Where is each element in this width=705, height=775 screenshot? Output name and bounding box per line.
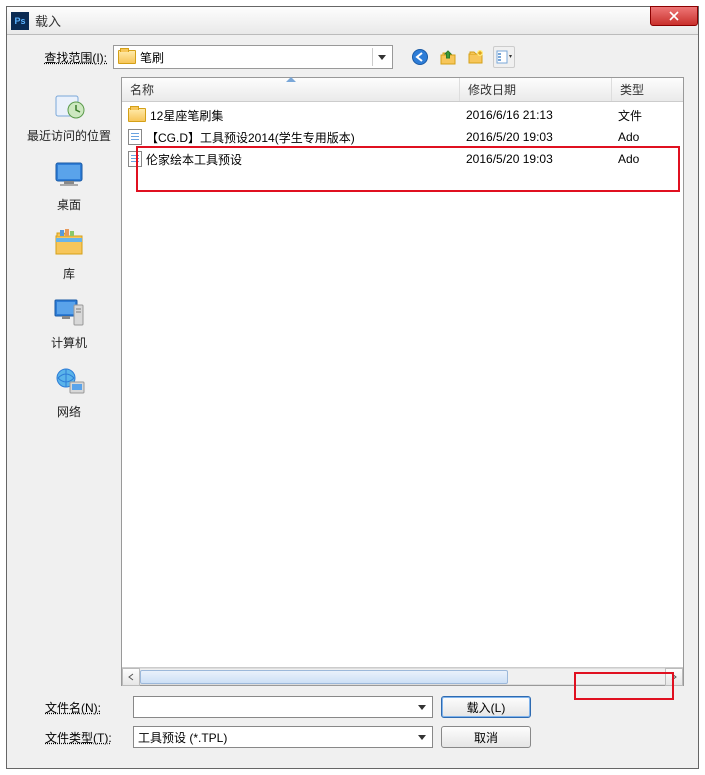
chevron-down-icon[interactable] bbox=[414, 729, 430, 745]
filetype-value: 工具预设 (*.TPL) bbox=[138, 729, 227, 746]
sidebar-item-recent[interactable]: 最近访问的位置 bbox=[27, 83, 111, 150]
file-row[interactable]: 伦家绘本工具预设 2016/5/20 19:03 Ado bbox=[122, 148, 683, 170]
scroll-left-button[interactable] bbox=[122, 668, 140, 686]
scroll-thumb[interactable] bbox=[140, 670, 508, 684]
filename-label: 文件名(N): bbox=[25, 699, 125, 716]
window-title: 载入 bbox=[35, 11, 61, 30]
column-header-type-label: 类型 bbox=[620, 81, 644, 98]
lookin-label: 查找范围(I): bbox=[21, 49, 107, 66]
sort-ascending-icon bbox=[286, 77, 296, 82]
chevron-down-icon[interactable] bbox=[372, 48, 390, 66]
titlebar: Ps 载入 bbox=[7, 7, 698, 35]
cancel-button-label: 取消 bbox=[474, 729, 498, 746]
filetype-label: 文件类型(T): bbox=[25, 729, 125, 746]
sidebar-item-label: 桌面 bbox=[57, 196, 81, 213]
up-button[interactable] bbox=[437, 46, 459, 68]
file-icon bbox=[128, 151, 142, 167]
sidebar-item-label: 最近访问的位置 bbox=[27, 127, 111, 144]
view-menu-button[interactable] bbox=[493, 46, 515, 68]
lookin-value: 笔刷 bbox=[140, 49, 164, 66]
folder-icon bbox=[118, 50, 136, 64]
sidebar-item-label: 计算机 bbox=[51, 334, 87, 351]
column-header-name[interactable]: 名称 bbox=[122, 78, 460, 101]
file-type: 文件 bbox=[618, 107, 683, 124]
dialog-window: Ps 载入 查找范围(I): 笔刷 bbox=[0, 0, 705, 775]
file-icon bbox=[128, 129, 142, 145]
file-row[interactable]: 【CG.D】工具预设2014(学生专用版本) 2016/5/20 19:03 A… bbox=[122, 126, 683, 148]
file-date: 2016/5/20 19:03 bbox=[466, 130, 618, 144]
sidebar-item-label: 库 bbox=[63, 265, 75, 282]
close-button[interactable] bbox=[650, 6, 698, 26]
file-date: 2016/5/20 19:03 bbox=[466, 152, 618, 166]
load-button[interactable]: 载入(L) bbox=[441, 696, 531, 718]
file-type: Ado bbox=[618, 152, 683, 166]
scroll-right-button[interactable] bbox=[665, 668, 683, 686]
file-type: Ado bbox=[618, 130, 683, 144]
cancel-button[interactable]: 取消 bbox=[441, 726, 531, 748]
file-date: 2016/6/16 21:13 bbox=[466, 108, 618, 122]
network-icon bbox=[49, 363, 89, 401]
close-icon bbox=[668, 11, 680, 21]
bottom-panel: 文件名(N): 载入(L) 文件类型(T): 工具预设 (*.TPL) 取消 bbox=[21, 686, 684, 754]
folder-icon bbox=[128, 108, 146, 122]
filetype-row: 文件类型(T): 工具预设 (*.TPL) 取消 bbox=[25, 722, 680, 752]
sidebar-item-label: 网络 bbox=[57, 403, 81, 420]
file-name: 12星座笔刷集 bbox=[150, 107, 223, 124]
chevron-down-icon[interactable] bbox=[414, 699, 430, 715]
file-list[interactable]: 12星座笔刷集 2016/6/16 21:13 文件 【CG.D】工具预设201… bbox=[122, 102, 683, 667]
back-button[interactable] bbox=[409, 46, 431, 68]
recent-places-icon bbox=[49, 87, 89, 125]
libraries-icon bbox=[49, 225, 89, 263]
file-listview: 名称 修改日期 类型 12星座笔刷集 2016/6/16 21:13 文件 bbox=[121, 77, 684, 686]
filename-combo[interactable] bbox=[133, 696, 433, 718]
inner-border: Ps 载入 查找范围(I): 笔刷 bbox=[6, 6, 699, 769]
computer-icon bbox=[49, 294, 89, 332]
ps-app-icon: Ps bbox=[11, 12, 29, 30]
filetype-combo[interactable]: 工具预设 (*.TPL) bbox=[133, 726, 433, 748]
sidebar-item-libraries[interactable]: 库 bbox=[27, 221, 111, 288]
filename-row: 文件名(N): 载入(L) bbox=[25, 692, 680, 722]
horizontal-scrollbar[interactable] bbox=[122, 667, 683, 685]
column-header-name-label: 名称 bbox=[130, 81, 154, 98]
sidebar-item-network[interactable]: 网络 bbox=[27, 359, 111, 426]
column-header-date[interactable]: 修改日期 bbox=[460, 78, 612, 101]
content-area: 查找范围(I): 笔刷 bbox=[7, 35, 698, 768]
scroll-track[interactable] bbox=[140, 668, 665, 685]
places-sidebar: 最近访问的位置 桌面 库 bbox=[21, 77, 117, 686]
sidebar-item-desktop[interactable]: 桌面 bbox=[27, 152, 111, 219]
sidebar-item-computer[interactable]: 计算机 bbox=[27, 290, 111, 357]
lookin-row: 查找范围(I): 笔刷 bbox=[21, 43, 684, 71]
main-row: 最近访问的位置 桌面 库 bbox=[21, 77, 684, 686]
lookin-combo[interactable]: 笔刷 bbox=[113, 45, 393, 69]
file-row[interactable]: 12星座笔刷集 2016/6/16 21:13 文件 bbox=[122, 104, 683, 126]
column-header-date-label: 修改日期 bbox=[468, 81, 516, 98]
column-header-row: 名称 修改日期 类型 bbox=[122, 78, 683, 102]
column-header-type[interactable]: 类型 bbox=[612, 78, 683, 101]
new-folder-button[interactable] bbox=[465, 46, 487, 68]
toolbar-icons bbox=[409, 46, 515, 68]
desktop-icon bbox=[49, 156, 89, 194]
file-name: 【CG.D】工具预设2014(学生专用版本) bbox=[146, 129, 355, 146]
file-name: 伦家绘本工具预设 bbox=[146, 151, 242, 168]
load-button-label: 载入(L) bbox=[467, 699, 506, 716]
